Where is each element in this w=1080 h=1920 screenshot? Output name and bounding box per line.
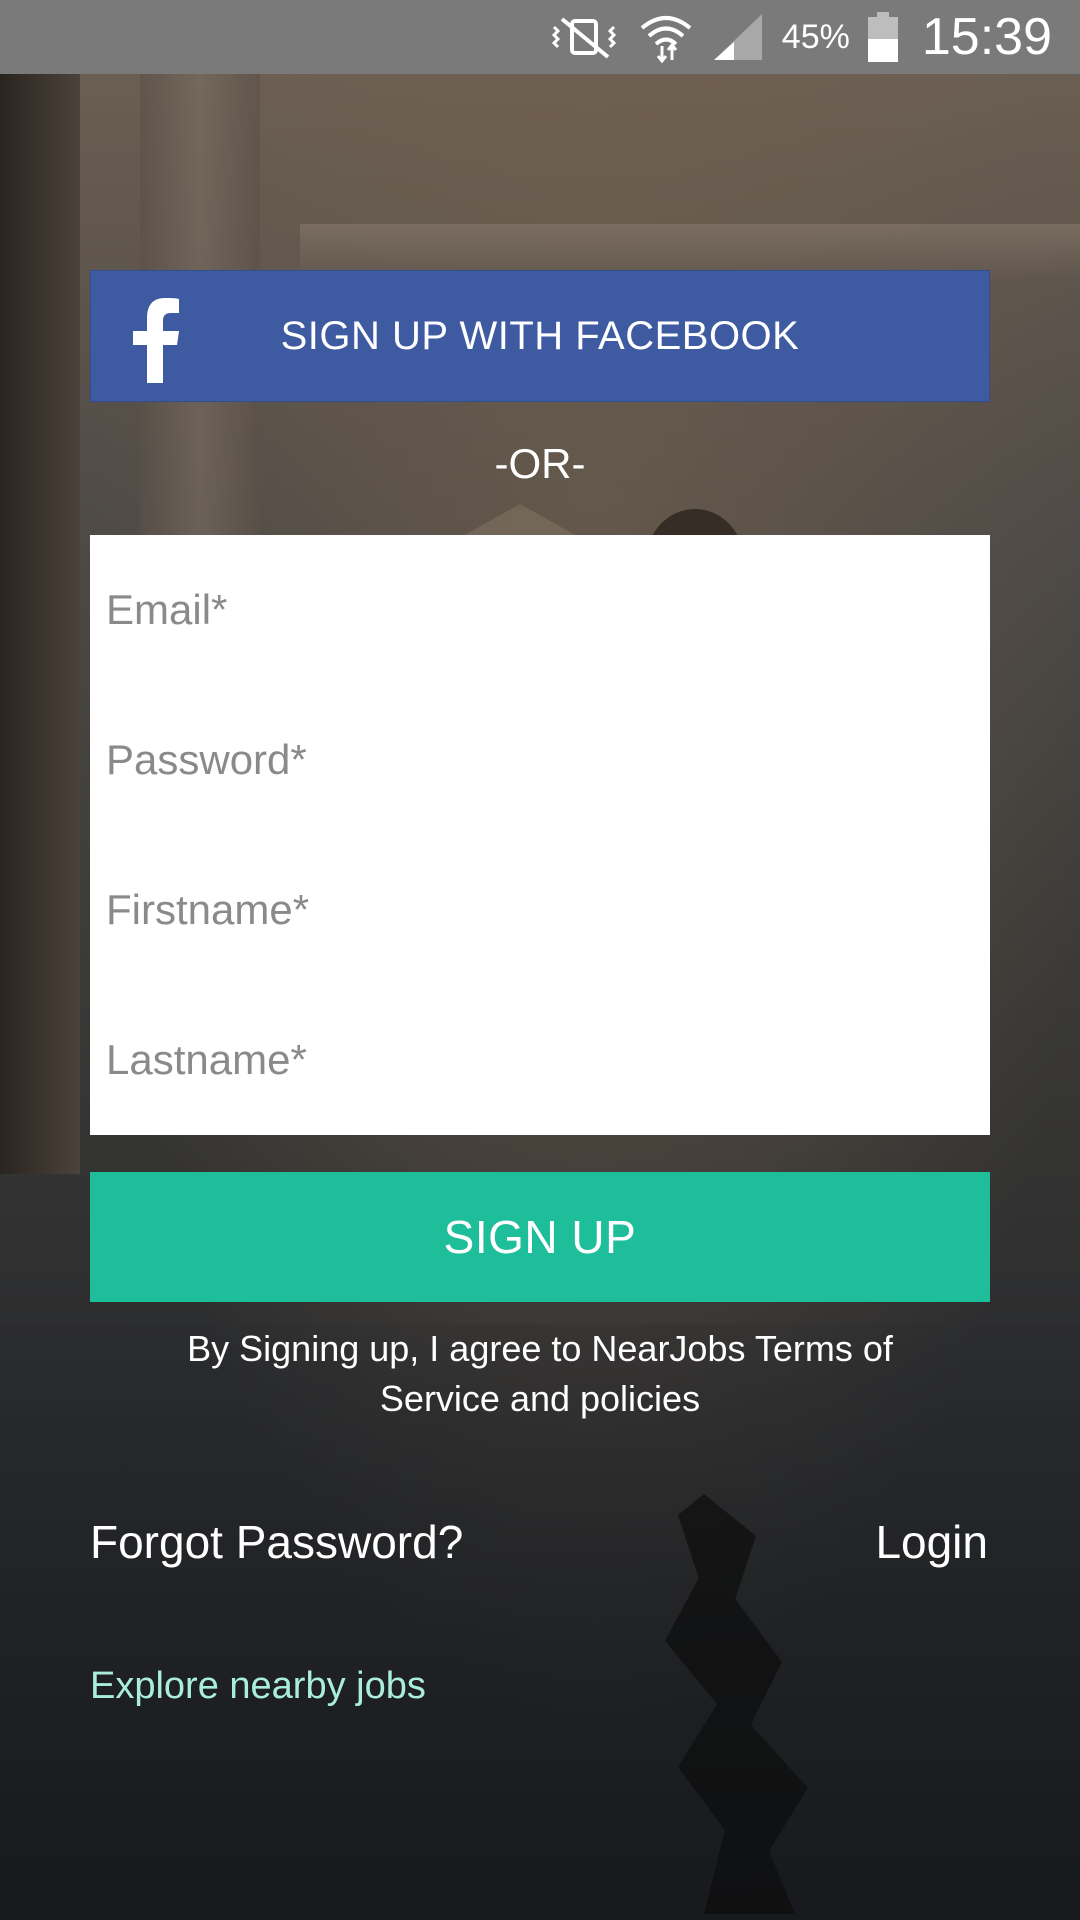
login-link[interactable]: Login [875, 1515, 988, 1569]
cell-signal-icon [712, 12, 764, 62]
wifi-icon [638, 10, 694, 64]
battery-percent: 45% [781, 17, 850, 56]
status-bar: 45% 15:39 [0, 0, 1080, 74]
lastname-field[interactable] [90, 985, 990, 1135]
terms-line: By Signing up, I agree to NearJobs Terms… [187, 1328, 893, 1369]
battery-icon [867, 12, 898, 62]
terms-line: Service and policies [379, 1378, 701, 1419]
forgot-password-link[interactable]: Forgot Password? [90, 1515, 463, 1569]
clock: 15:39 [921, 8, 1052, 66]
facebook-signup-button[interactable]: SIGN UP WITH FACEBOOK [90, 270, 990, 402]
email-field[interactable] [90, 535, 990, 685]
terms-text: By Signing up, I agree to NearJobs Terms… [150, 1324, 930, 1424]
password-field[interactable] [90, 685, 990, 835]
or-divider: -OR- [494, 440, 586, 487]
firstname-field[interactable] [90, 835, 990, 985]
background-pillar [0, 74, 80, 1174]
signup-form [90, 535, 990, 1135]
vibrate-mute-icon [548, 13, 620, 61]
facebook-signup-label: SIGN UP WITH FACEBOOK [280, 313, 800, 358]
explore-nearby-jobs-link[interactable]: Explore nearby jobs [90, 1665, 426, 1708]
facebook-icon [125, 293, 185, 383]
signup-button[interactable]: SIGN UP [90, 1172, 990, 1302]
